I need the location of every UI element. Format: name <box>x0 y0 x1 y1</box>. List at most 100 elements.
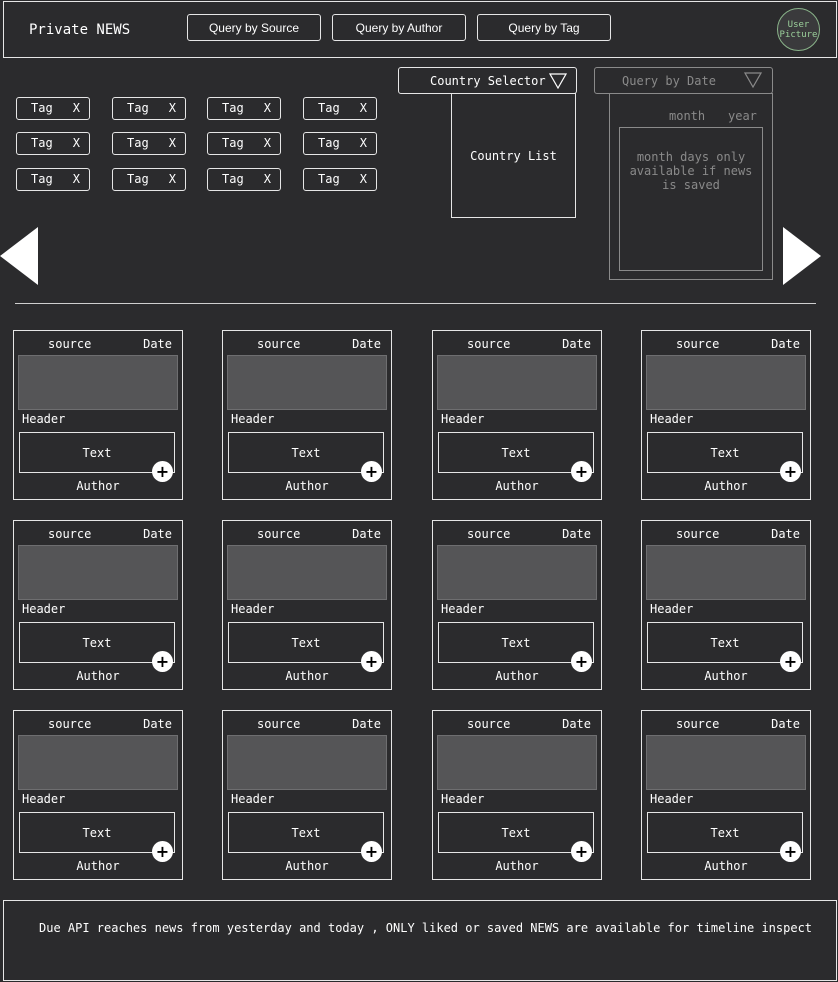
tag-chip[interactable]: Tag X <box>16 97 90 120</box>
tag-remove-button[interactable]: X <box>360 172 367 186</box>
news-card[interactable]: source Date Header Text + Author <box>13 520 183 690</box>
news-card[interactable]: source Date Header Text + Author <box>222 710 392 880</box>
tag-chip[interactable]: Tag X <box>16 132 90 155</box>
tag-label: Tag <box>31 172 53 186</box>
tag-remove-button[interactable]: X <box>169 172 176 186</box>
news-source: source <box>676 527 720 541</box>
news-card[interactable]: source Date Header Text + Author <box>432 520 602 690</box>
dropdown-triangle-icon <box>744 72 762 88</box>
footer-info: Due API reaches news from yesterday and … <box>3 900 837 981</box>
tag-chip[interactable]: Tag X <box>303 132 377 155</box>
tag-chip[interactable]: Tag X <box>16 168 90 191</box>
news-text: Text <box>438 432 594 473</box>
news-text-label: Text <box>82 825 112 840</box>
country-list[interactable]: Country List <box>451 93 576 218</box>
news-card[interactable]: source Date Header Text + Author <box>641 710 811 880</box>
news-image-placeholder <box>646 545 806 600</box>
news-author: Author <box>76 669 120 683</box>
news-image-placeholder <box>437 735 597 790</box>
query-by-source-button[interactable]: Query by Source <box>187 14 321 41</box>
news-date: Date <box>352 717 381 731</box>
news-card[interactable]: source Date Header Text + Author <box>222 330 392 500</box>
tag-remove-button[interactable]: X <box>169 101 176 115</box>
tag-label: Tag <box>222 172 244 186</box>
news-text-label: Text <box>291 825 321 840</box>
news-author: Author <box>495 669 539 683</box>
country-selector[interactable]: Country Selector <box>398 67 577 94</box>
previous-arrow-icon[interactable] <box>0 227 38 285</box>
date-selector[interactable]: Query by Date <box>594 67 773 94</box>
tag-remove-button[interactable]: X <box>73 101 80 115</box>
news-text-label: Text <box>710 445 740 460</box>
next-arrow-icon[interactable] <box>783 227 821 285</box>
month-selector[interactable]: month <box>669 109 705 123</box>
user-avatar[interactable]: User Picture <box>777 8 820 51</box>
tag-chip[interactable]: Tag X <box>303 97 377 120</box>
news-text-label: Text <box>82 635 112 650</box>
news-card[interactable]: source Date Header Text + Author <box>432 330 602 500</box>
news-card[interactable]: source Date Header Text + Author <box>13 330 183 500</box>
tag-chip[interactable]: Tag X <box>112 168 186 191</box>
tag-remove-button[interactable]: X <box>360 136 367 150</box>
tag-label: Tag <box>127 101 149 115</box>
news-date: Date <box>143 717 172 731</box>
news-text-label: Text <box>82 445 112 460</box>
news-text-label: Text <box>501 635 531 650</box>
news-image-placeholder <box>646 735 806 790</box>
news-card[interactable]: source Date Header Text + Author <box>641 520 811 690</box>
dropdown-triangle-icon <box>549 73 567 89</box>
news-date: Date <box>562 717 591 731</box>
news-source: source <box>48 717 92 731</box>
news-author: Author <box>495 479 539 493</box>
news-text: Text <box>438 622 594 663</box>
news-source: source <box>257 717 301 731</box>
tag-remove-button[interactable]: X <box>264 136 271 150</box>
tag-chip[interactable]: Tag X <box>303 168 377 191</box>
query-by-author-button[interactable]: Query by Author <box>332 14 466 41</box>
news-image-placeholder <box>18 545 178 600</box>
news-card[interactable]: source Date Header Text + Author <box>222 520 392 690</box>
date-panel: month year month days only available if … <box>609 93 773 280</box>
news-author: Author <box>495 859 539 873</box>
news-author: Author <box>704 669 748 683</box>
tag-chip[interactable]: Tag X <box>207 132 281 155</box>
tag-chip[interactable]: Tag X <box>207 168 281 191</box>
news-card[interactable]: source Date Header Text + Author <box>641 330 811 500</box>
news-text: Text <box>19 432 175 473</box>
country-list-label: Country List <box>470 148 557 163</box>
year-selector[interactable]: year <box>728 109 757 123</box>
query-by-tag-button[interactable]: Query by Tag <box>477 14 611 41</box>
tag-label: Tag <box>127 136 149 150</box>
news-header: Header <box>441 602 485 616</box>
section-divider <box>15 303 816 304</box>
tag-label: Tag <box>127 172 149 186</box>
news-text-label: Text <box>710 825 740 840</box>
news-card[interactable]: source Date Header Text + Author <box>13 710 183 880</box>
tag-label: Tag <box>318 136 340 150</box>
news-source: source <box>48 337 92 351</box>
tag-remove-button[interactable]: X <box>264 101 271 115</box>
news-header: Header <box>441 412 485 426</box>
news-date: Date <box>143 337 172 351</box>
tag-remove-button[interactable]: X <box>73 172 80 186</box>
news-text: Text <box>228 812 384 853</box>
tag-remove-button[interactable]: X <box>73 136 80 150</box>
news-text: Text <box>19 622 175 663</box>
news-text: Text <box>228 622 384 663</box>
tag-chip[interactable]: Tag X <box>112 132 186 155</box>
tag-chip[interactable]: Tag X <box>112 97 186 120</box>
news-text-label: Text <box>291 635 321 650</box>
news-image-placeholder <box>227 735 387 790</box>
tag-chip[interactable]: Tag X <box>207 97 281 120</box>
news-card[interactable]: source Date Header Text + Author <box>432 710 602 880</box>
tag-remove-button[interactable]: X <box>360 101 367 115</box>
news-image-placeholder <box>227 545 387 600</box>
news-source: source <box>48 527 92 541</box>
tag-remove-button[interactable]: X <box>264 172 271 186</box>
tag-remove-button[interactable]: X <box>169 136 176 150</box>
tag-label: Tag <box>31 136 53 150</box>
news-source: source <box>467 527 511 541</box>
news-header: Header <box>650 602 694 616</box>
news-text: Text <box>647 622 803 663</box>
news-date: Date <box>143 527 172 541</box>
